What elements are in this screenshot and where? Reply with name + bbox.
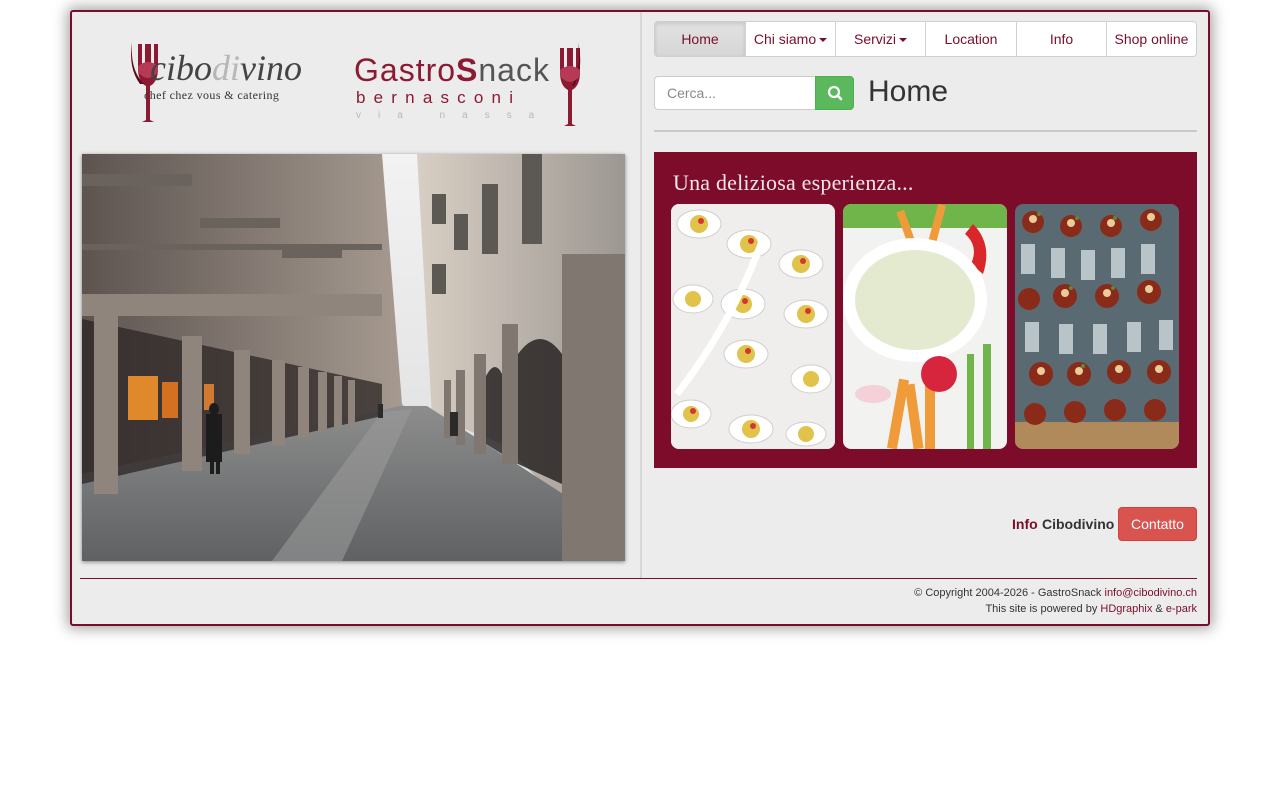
footer-divider [80,578,1197,579]
column-divider [640,12,642,578]
main-nav: Home Chi siamo Servizi Location Info Sho… [654,21,1197,57]
nav-label: Info [1049,31,1074,47]
page-title: Home [868,75,949,108]
search-button[interactable] [815,76,854,110]
copyright-text: © Copyright 2004-2026 - GastroSnack [914,587,1105,599]
catering-banner[interactable]: Una deliziosa esperienza... [654,152,1197,468]
powered-and: & [1152,603,1166,615]
logo-vino-text: vino [240,48,302,88]
nav-item-chi-siamo[interactable]: Chi siamo [745,22,835,56]
wine-glass-fork-icon [560,42,581,126]
banner-caption: Una deliziosa esperienza... [673,170,914,195]
footer-powered-by: This site is powered by HDgraphix & e-pa… [985,603,1197,615]
hdgraphix-link[interactable]: HDgraphix [1100,603,1152,615]
nav-label: Home [681,31,719,47]
logo-s-text: S [456,52,479,88]
banner-photo-spoons [671,204,835,449]
logo-di-text: di [211,48,240,88]
logo-tagline: chef chez vous & catering [144,88,280,102]
logo-small-line: via nassa [356,110,552,121]
nav-item-home[interactable]: Home [655,22,745,56]
info-name: Cibodivino [1042,516,1115,532]
info-label: Info [1012,516,1038,532]
contact-button[interactable]: Contatto [1118,507,1197,541]
nav-item-info[interactable]: Info [1016,22,1106,56]
footer-copyright: © Copyright 2004-2026 - GastroSnack info… [914,587,1197,599]
powered-prefix: This site is powered by [985,603,1101,615]
logo-cibo-text: cibo [150,48,212,88]
epark-link[interactable]: e-park [1166,603,1197,615]
logo-gastro-text: Gastro [354,52,457,88]
caret-down-icon [819,38,828,43]
logo-subtitle: bernasconi [356,88,522,107]
nav-label: Location [944,31,998,47]
search-input[interactable] [654,76,815,110]
nav-label: Chi siamo [753,31,817,47]
cibodivino-logo[interactable]: cibodivino chef chez vous & catering [124,38,330,128]
nav-item-servizi[interactable]: Servizi [835,22,925,56]
title-divider [654,130,1197,132]
caret-down-icon [899,38,907,43]
search-icon [827,85,843,101]
gastrosnack-logo[interactable]: GastroSnack bernasconi via nassa [354,38,586,132]
nav-label: Servizi [853,31,896,47]
nav-label: Shop online [1114,31,1189,47]
banner-photo-dip [843,204,1007,449]
street-photo [82,154,625,561]
logo-nack-text: nack [478,52,550,88]
email-link[interactable]: info@cibodivino.ch [1105,587,1198,599]
nav-item-shop-online[interactable]: Shop online [1106,22,1196,56]
nav-item-location[interactable]: Location [925,22,1016,56]
banner-photo-canapes [1015,204,1179,449]
